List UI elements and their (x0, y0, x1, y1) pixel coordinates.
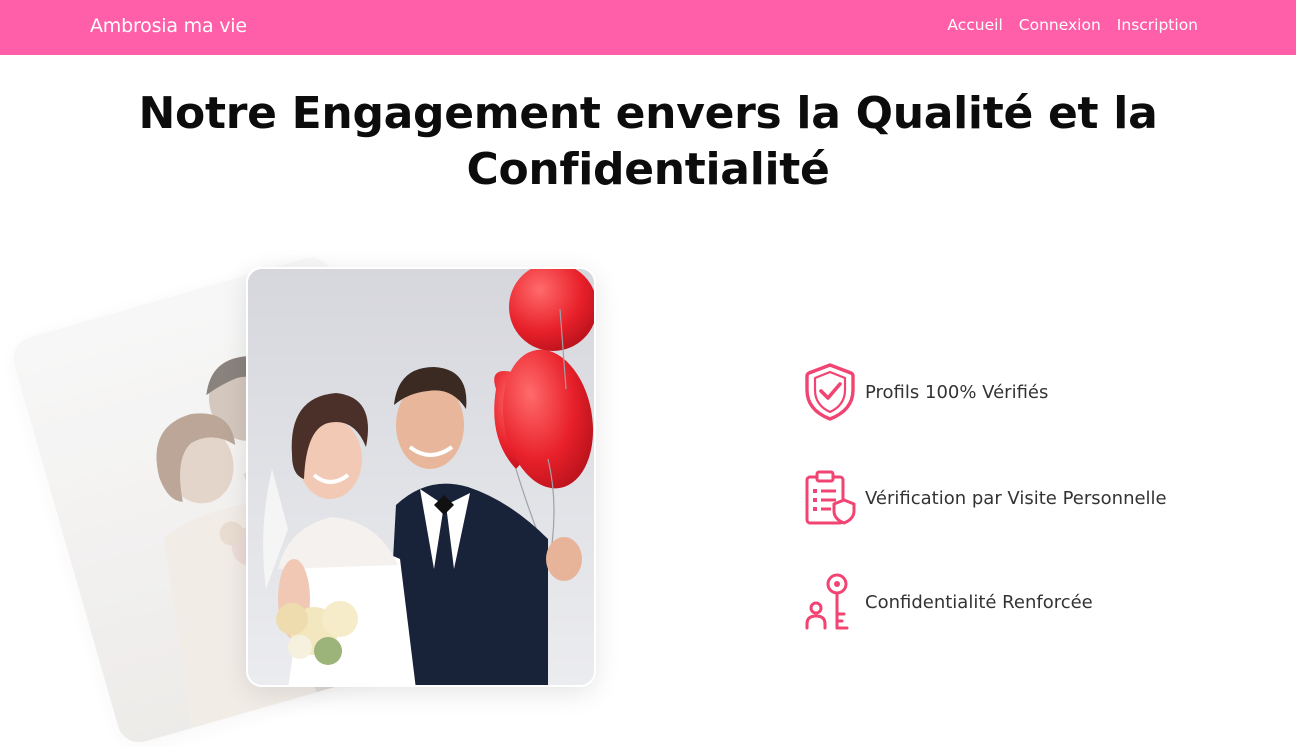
feature-verified-profiles: Profils 100% Vérifiés (803, 362, 1048, 422)
feature-label-visit: Vérification par Visite Personnelle (865, 487, 1167, 509)
top-navbar: Ambrosia ma vie Accueil Connexion Inscri… (0, 0, 1296, 55)
feature-label-verified: Profils 100% Vérifiés (865, 381, 1049, 403)
nav-links: Accueil Connexion Inscription (947, 16, 1198, 34)
brand-link[interactable]: Ambrosia ma vie (90, 15, 247, 37)
key-person-icon (805, 573, 849, 630)
nav-link-inscription[interactable]: Inscription (1117, 16, 1198, 34)
shield-check-icon (805, 363, 855, 421)
nav-link-connexion[interactable]: Connexion (1019, 16, 1101, 34)
nav-link-accueil[interactable]: Accueil (947, 16, 1002, 34)
feature-label-confidentiality: Confidentialité Renforcée (865, 591, 1093, 613)
clipboard-shield-icon (805, 470, 856, 525)
page-title: Notre Engagement envers la Qualité et la… (138, 88, 1158, 195)
couple-balloons-illustration (248, 269, 594, 685)
couple-photo-front (246, 267, 596, 687)
feature-confidentiality: Confidentialité Renforcée (803, 572, 1093, 632)
feature-personal-visit: Vérification par Visite Personnelle (803, 468, 1167, 528)
